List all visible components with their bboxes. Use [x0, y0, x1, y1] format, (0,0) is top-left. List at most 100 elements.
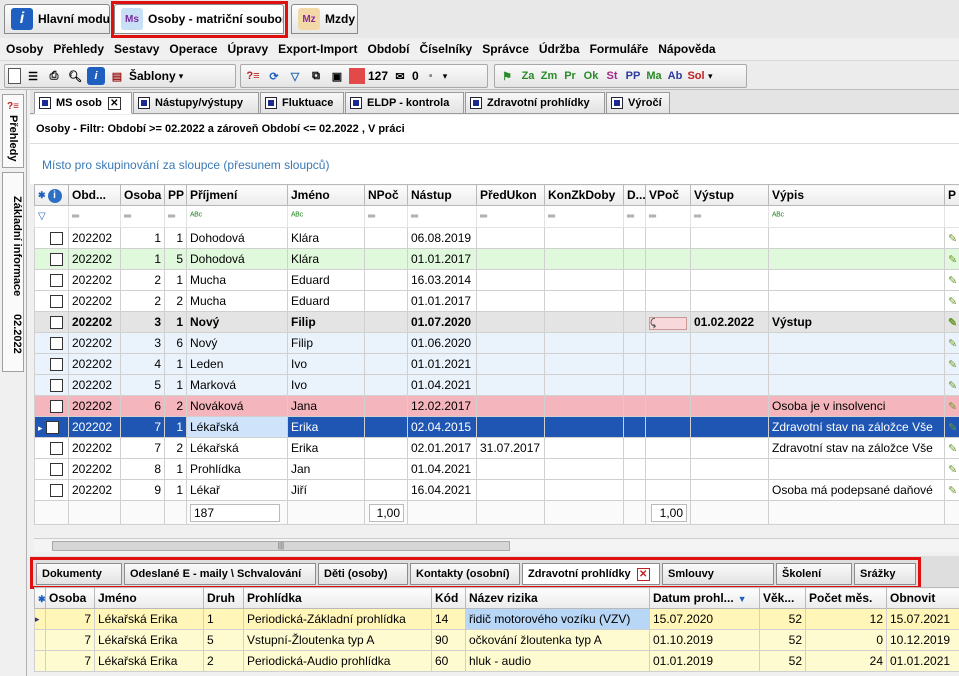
cell-prijmeni[interactable]: Leden — [186, 353, 288, 375]
row-checkbox[interactable] — [50, 337, 63, 351]
close-icon[interactable]: ✕ — [636, 567, 650, 581]
cell-d[interactable] — [623, 374, 646, 396]
chevron-down-icon[interactable]: ▾ — [708, 71, 713, 82]
cell-konzk[interactable] — [544, 332, 624, 354]
cell-jmeno[interactable]: Jiří — [287, 479, 365, 501]
cell-npoc[interactable] — [364, 353, 408, 375]
header-pp[interactable]: PP — [164, 184, 187, 206]
cell-sel[interactable] — [34, 650, 46, 672]
cell-sel[interactable] — [34, 458, 69, 480]
cell-druh[interactable]: 5 — [203, 629, 244, 651]
edit-icon[interactable]: ✎ — [948, 464, 957, 476]
edit-icon[interactable]: ✎ — [948, 317, 957, 329]
ma-icon[interactable]: Ma — [645, 67, 663, 85]
list-icon[interactable]: ☰ — [24, 67, 42, 85]
edit-icon[interactable]: ✎ — [948, 275, 957, 287]
table-row[interactable]: 202202 8 1 Prohlídka Jan 01.04.2021 ✎ — [34, 458, 959, 480]
cell-d[interactable] — [623, 437, 646, 459]
row-checkbox[interactable] — [50, 316, 63, 330]
cell-obd[interactable]: 202202 — [68, 374, 121, 396]
cell-riziko[interactable]: očkování žloutenka typ A — [465, 629, 650, 651]
cell-p[interactable]: ✎ — [944, 353, 959, 375]
filter-cell[interactable]: ═ — [164, 205, 187, 228]
ab-icon[interactable]: Ab — [666, 67, 684, 85]
cell-vek[interactable]: 52 — [759, 608, 806, 630]
filter-cell[interactable]: ᴬᴮᶜ — [186, 205, 288, 228]
edit-icon[interactable]: ✎ — [948, 254, 957, 266]
cell-obd[interactable]: 202202 — [68, 416, 121, 438]
filter-cell[interactable]: ═ — [623, 205, 646, 228]
table-row[interactable]: 202202 2 1 Mucha Eduard 16.03.2014 ✎ — [34, 269, 959, 291]
menu-export-import[interactable]: Export-Import — [273, 42, 362, 56]
table-row[interactable]: 202202 1 1 Dohodová Klára 06.08.2019 ✎ — [34, 227, 959, 249]
exams-header-osoba[interactable]: Osoba — [45, 587, 95, 609]
menu-prehledy[interactable]: Přehledy — [48, 42, 109, 56]
cell-pp[interactable]: 1 — [164, 227, 187, 249]
cell-konzk[interactable] — [544, 290, 624, 312]
cell-prijmeni[interactable]: Lékařská — [186, 416, 288, 438]
cell-jmeno[interactable]: Jana — [287, 395, 365, 417]
cell-p[interactable]: ✎ — [944, 227, 959, 249]
cell-jmeno[interactable]: Lékařská Erika — [94, 629, 204, 651]
cell-sel[interactable] — [34, 269, 69, 291]
close-icon[interactable]: ✕ — [107, 96, 121, 110]
cell-vpoc[interactable] — [645, 353, 691, 375]
cell-konzk[interactable] — [544, 395, 624, 417]
refresh-icon[interactable]: ⟳ — [265, 67, 283, 85]
header-vystup[interactable]: Výstup — [690, 184, 769, 206]
cell-vek[interactable]: 52 — [759, 629, 806, 651]
cell-vypis[interactable] — [768, 458, 945, 480]
cell-p[interactable]: ✎ — [944, 479, 959, 501]
cell-vystup[interactable] — [690, 353, 769, 375]
cell-osoba[interactable]: 2 — [120, 290, 165, 312]
cell-prijmeni[interactable]: Marková — [186, 374, 288, 396]
cell-vpoc[interactable] — [645, 437, 691, 459]
menu-sestavy[interactable]: Sestavy — [109, 42, 164, 56]
cell-d[interactable] — [623, 290, 646, 312]
cell-vystup[interactable] — [690, 416, 769, 438]
table-row[interactable]: 202202 1 5 Dohodová Klára 01.01.2017 ✎ — [34, 248, 959, 270]
cell-pp[interactable]: 1 — [164, 353, 187, 375]
cell-vpoc[interactable] — [645, 332, 691, 354]
cell-osoba[interactable]: 1 — [120, 248, 165, 270]
filter-cell[interactable]: ᴬᴮᶜ — [768, 205, 945, 228]
cell-obd[interactable]: 202202 — [68, 437, 121, 459]
cell-osoba[interactable]: 7 — [45, 629, 95, 651]
cell-sel[interactable]: ▸ — [34, 416, 69, 438]
cell-pp[interactable]: 1 — [164, 269, 187, 291]
cell-d[interactable] — [623, 395, 646, 417]
zmena-icon[interactable]: Zm — [540, 67, 558, 85]
cell-nastup[interactable]: 12.02.2017 — [407, 395, 477, 417]
cell-d[interactable] — [623, 227, 646, 249]
group-by-area[interactable]: Místo pro skupinování za sloupce (přesun… — [30, 143, 959, 184]
row-checkbox[interactable] — [50, 442, 63, 456]
cell-nastup[interactable]: 01.01.2017 — [407, 248, 477, 270]
cell-osoba[interactable]: 7 — [45, 650, 95, 672]
exams-header-druh[interactable]: Druh — [203, 587, 244, 609]
cell-vystup[interactable] — [690, 395, 769, 417]
cell-nastup[interactable]: 01.07.2020 — [407, 311, 477, 333]
edit-icon[interactable]: ✎ — [948, 338, 957, 350]
header-d[interactable]: D... — [623, 184, 646, 206]
exam-row[interactable]: 7 Lékařská Erika 2 Periodická-Audio prohlíd… — [34, 650, 959, 672]
cell-konzk[interactable] — [544, 437, 624, 459]
cell-pp[interactable]: 5 — [164, 248, 187, 270]
cell-vystup[interactable] — [690, 227, 769, 249]
cell-konzk[interactable] — [544, 248, 624, 270]
cell-sel[interactable] — [34, 290, 69, 312]
filter-icon[interactable]: ▽ — [34, 205, 69, 228]
cell-jmeno[interactable]: Filip — [287, 332, 365, 354]
cell-nastup[interactable]: 02.01.2017 — [407, 437, 477, 459]
cell-nastup[interactable]: 01.04.2021 — [407, 374, 477, 396]
cell-jmeno[interactable]: Klára — [287, 227, 365, 249]
cell-osoba[interactable]: 2 — [120, 269, 165, 291]
cell-pocet[interactable]: 24 — [805, 650, 887, 672]
cell-sel[interactable] — [34, 395, 69, 417]
menu-udrzba[interactable]: Údržba — [534, 42, 585, 56]
cell-prohlidka[interactable]: Vstupní-Žloutenka typ A — [243, 629, 432, 651]
cell-preduk[interactable] — [476, 290, 545, 312]
cell-vypis[interactable] — [768, 374, 945, 396]
cell-obd[interactable]: 202202 — [68, 332, 121, 354]
cell-datum[interactable]: 01.10.2019 — [649, 629, 760, 651]
cell-prohlidka[interactable]: Periodická-Audio prohlídka — [243, 650, 432, 672]
